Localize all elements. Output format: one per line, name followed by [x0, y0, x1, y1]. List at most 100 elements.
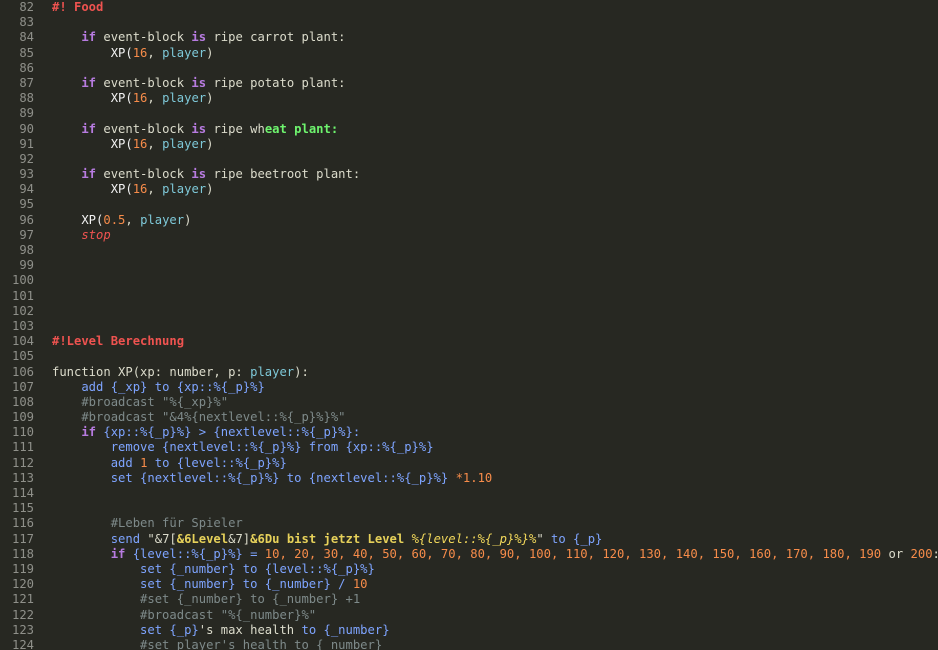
- code-token: #Leben für Spieler: [52, 516, 243, 531]
- code-line[interactable]: 102: [0, 304, 938, 319]
- code-line[interactable]: 115: [0, 501, 938, 516]
- code-token: 200: [910, 546, 933, 561]
- code-token: ): [206, 45, 214, 60]
- line-number: 90: [19, 121, 34, 136]
- code-token: is: [191, 75, 207, 90]
- line-number: 116: [11, 516, 34, 531]
- code-line[interactable]: 120 set {_number} to {_number} / 10: [0, 577, 938, 592]
- line-number: 106: [11, 364, 34, 379]
- line-number: 88: [19, 91, 34, 106]
- code-token: #broadcast "%{_xp}%": [52, 394, 229, 409]
- code-line[interactable]: 104 #!Level Berechnung: [0, 334, 938, 349]
- code-token: ": [536, 531, 544, 546]
- code-line[interactable]: 82 #! Food: [0, 0, 938, 15]
- code-line[interactable]: 99: [0, 258, 938, 273]
- code-line[interactable]: 114: [0, 486, 938, 501]
- code-line[interactable]: 113 set {nextlevel::%{_p}%} to {nextleve…: [0, 471, 938, 486]
- line-number: 121: [11, 592, 34, 607]
- line-number: 114: [11, 486, 34, 500]
- code-line[interactable]: 119 set {_number} to {level::%{_p}%}: [0, 562, 938, 577]
- code-line[interactable]: 121 #set {_number} to {_number} +1: [0, 592, 938, 607]
- code-token: to: [147, 379, 177, 394]
- code-token: ,: [125, 212, 141, 227]
- code-line[interactable]: 90 if event-block is ripe wheat plant:: [0, 122, 938, 137]
- code-line[interactable]: 101: [0, 289, 938, 304]
- line-code: #broadcast "%{_xp}%": [52, 395, 228, 410]
- code-line[interactable]: 118 if {level::%{_p}%} = 10, 20, 30, 40,…: [0, 547, 938, 562]
- code-token: set {nextlevel::%{_p}%} to {nextlevel::%…: [52, 470, 456, 485]
- code-token: is: [191, 167, 207, 182]
- code-line[interactable]: 84 if event-block is ripe carrot plant:: [0, 30, 938, 45]
- code-line[interactable]: 92: [0, 152, 938, 167]
- code-line[interactable]: 106 function XP(xp: number, p: player):: [0, 365, 938, 380]
- code-line[interactable]: 98: [0, 243, 938, 258]
- code-line[interactable]: 95: [0, 197, 938, 212]
- code-token: add: [52, 379, 111, 394]
- line-number: 122: [11, 607, 34, 622]
- code-token: ,: [147, 45, 163, 60]
- line-number: 118: [11, 546, 34, 561]
- line-number: 92: [19, 151, 34, 166]
- code-token: if: [52, 546, 126, 561]
- code-line[interactable]: 83: [0, 15, 938, 30]
- code-token: "&7[: [147, 531, 177, 546]
- line-number: 115: [11, 501, 34, 516]
- line-code: set {_number} to {level::%{_p}%}: [52, 562, 375, 577]
- code-token: function XP(xp: number, p:: [52, 364, 251, 379]
- line-code: add 1 to {level::%{_p}%}: [52, 456, 287, 471]
- code-token: XP(: [52, 136, 133, 151]
- code-line[interactable]: 107 add {_xp} to {xp::%{_p}%}: [0, 380, 938, 395]
- code-token: player: [162, 182, 207, 197]
- code-line[interactable]: 109 #broadcast "&4%{nextlevel::%{_p}%}%": [0, 410, 938, 425]
- code-line[interactable]: 97 stop: [0, 228, 938, 243]
- code-token: to {_number}: [301, 622, 390, 637]
- code-line[interactable]: 116 #Leben für Spieler: [0, 516, 938, 531]
- line-number: 107: [11, 379, 34, 394]
- code-line[interactable]: 86: [0, 61, 938, 76]
- line-code: #Leben für Spieler: [52, 516, 243, 531]
- line-code: XP(0.5, player): [52, 213, 191, 228]
- code-line[interactable]: 105: [0, 349, 938, 364]
- code-line[interactable]: 123 set {_p}'s max health to {_number}: [0, 623, 938, 638]
- code-line[interactable]: 112 add 1 to {level::%{_p}%}: [0, 456, 938, 471]
- code-token: 0.5: [103, 212, 126, 227]
- code-line[interactable]: 88 XP(16, player): [0, 91, 938, 106]
- code-line[interactable]: 117 send "&7[&6Level&7]&6Du bist jetzt L…: [0, 532, 938, 547]
- line-number: 86: [19, 60, 34, 75]
- line-number: 102: [11, 303, 34, 318]
- code-line[interactable]: 96 XP(0.5, player): [0, 213, 938, 228]
- code-token: 10: [352, 577, 368, 592]
- code-line[interactable]: 108 #broadcast "%{_xp}%": [0, 395, 938, 410]
- code-line[interactable]: 91 XP(16, player): [0, 137, 938, 152]
- code-token: XP(: [52, 212, 104, 227]
- code-token: {_xp}: [110, 379, 148, 394]
- code-line[interactable]: 85 XP(16, player): [0, 46, 938, 61]
- code-line[interactable]: 89: [0, 106, 938, 121]
- code-token: send: [52, 531, 148, 546]
- code-line[interactable]: 87 if event-block is ripe potato plant:: [0, 76, 938, 91]
- code-token: &6Level: [176, 531, 229, 546]
- code-line[interactable]: 124 #set player's health to {_number}: [0, 638, 938, 650]
- line-number: 104: [11, 334, 34, 349]
- line-code: set {_p}'s max health to {_number}: [52, 623, 390, 638]
- line-number: 105: [11, 349, 34, 364]
- line-number: 117: [11, 531, 34, 546]
- code-line[interactable]: 93 if event-block is ripe beetroot plant…: [0, 167, 938, 182]
- code-editor[interactable]: 82 #! Food 83 84 if event-block is ripe car…: [0, 0, 938, 650]
- code-line[interactable]: 122 #broadcast "%{_number}%": [0, 608, 938, 623]
- code-line[interactable]: 110 if {xp::%{_p}%} > {nextlevel::%{_p}%…: [0, 425, 938, 440]
- line-number: 112: [11, 455, 34, 470]
- line-number: 101: [11, 288, 34, 303]
- code-line[interactable]: 94 XP(16, player): [0, 182, 938, 197]
- code-token: player: [140, 212, 185, 227]
- code-line[interactable]: 100: [0, 273, 938, 288]
- line-number: 98: [19, 243, 34, 257]
- code-token: ripe wh: [206, 121, 265, 136]
- line-code: function XP(xp: number, p: player):: [52, 365, 309, 380]
- line-number: 110: [11, 425, 34, 440]
- line-number: 91: [19, 136, 34, 151]
- code-token: :: [933, 547, 938, 561]
- code-line[interactable]: 103: [0, 319, 938, 334]
- code-line[interactable]: 111 remove {nextlevel::%{_p}%} from {xp:…: [0, 440, 938, 455]
- code-token: stop: [52, 227, 111, 242]
